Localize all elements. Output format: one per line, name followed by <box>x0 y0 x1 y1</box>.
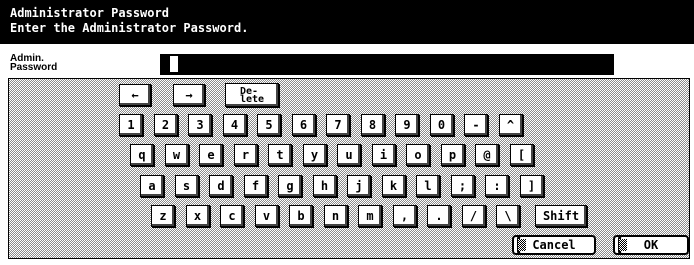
key-row1-7[interactable]: 8 <box>360 114 385 136</box>
key-row2-0[interactable]: q <box>130 144 154 166</box>
key-row2-9[interactable]: p <box>440 144 465 166</box>
key-row2-5[interactable]: y <box>302 144 327 166</box>
key-row3-11[interactable]: ] <box>519 175 544 197</box>
key-row2-2[interactable]: e <box>199 144 223 166</box>
key-row3-4[interactable]: g <box>278 175 302 197</box>
keyboard-panel: ← → De- lete 1 2 3 4 5 6 7 8 9 0- ^ q w e r t y u i o p @ [ a… <box>8 78 690 259</box>
key-row4-0[interactable]: z <box>151 205 175 227</box>
title-bar: Administrator Password Enter the Adminis… <box>0 0 694 44</box>
delete-key[interactable]: De- lete <box>225 83 279 107</box>
key-row2-6[interactable]: u <box>337 144 361 166</box>
cursor-left-key[interactable]: ← <box>119 84 151 106</box>
key-row4-4[interactable]: b <box>289 205 313 227</box>
page-instruction: Enter the Administrator Password. <box>10 21 249 35</box>
key-row1-5[interactable]: 6 <box>291 114 316 136</box>
key-row1-2[interactable]: 3 <box>188 114 212 136</box>
password-label: Admin. Password <box>10 54 58 73</box>
key-row1-8[interactable]: 9 <box>395 114 419 136</box>
key-row1-4[interactable]: 5 <box>257 114 281 136</box>
key-row4-2[interactable]: c <box>220 205 244 227</box>
key-row2-8[interactable]: o <box>406 144 430 166</box>
admin-password-screen: Administrator Password Enter the Adminis… <box>0 0 694 265</box>
key-row2-7[interactable]: i <box>371 144 396 166</box>
key-row2-1[interactable]: w <box>164 144 189 166</box>
key-row3-2[interactable]: d <box>209 175 233 197</box>
key-row3-10[interactable]: : <box>485 175 509 197</box>
key-row2-11[interactable]: [ <box>509 144 534 166</box>
key-row4-1[interactable]: x <box>185 205 210 227</box>
key-row1-9[interactable]: 0 <box>429 114 454 136</box>
key-row1-3[interactable]: 4 <box>222 114 247 136</box>
key-row3-0[interactable]: a <box>140 175 164 197</box>
key-row4-8[interactable]: . <box>427 205 451 227</box>
key-row2-10[interactable]: @ <box>475 144 499 166</box>
cursor-right-key[interactable]: → <box>173 84 205 106</box>
cancel-button[interactable]: Cancel <box>512 235 596 255</box>
key-row4-6[interactable]: m <box>358 205 382 227</box>
key-row1-11[interactable]: ^ <box>498 114 523 136</box>
key-row4-5[interactable]: n <box>323 205 348 227</box>
key-row3-9[interactable]: ; <box>450 175 475 197</box>
key-row3-7[interactable]: k <box>381 175 406 197</box>
delete-key-line2: lete <box>239 93 265 105</box>
key-row3-5[interactable]: h <box>312 175 337 197</box>
shift-key[interactable]: Shift <box>535 205 587 227</box>
text-cursor <box>170 56 178 72</box>
key-row3-3[interactable]: f <box>243 175 268 197</box>
password-row: Admin. Password <box>8 51 688 77</box>
page-title: Administrator Password <box>10 6 169 20</box>
key-row3-8[interactable]: l <box>416 175 440 197</box>
ok-button[interactable]: OK <box>613 235 689 255</box>
key-row4-3[interactable]: v <box>254 205 279 227</box>
key-row1-1[interactable]: 2 <box>153 114 178 136</box>
key-row1-6[interactable]: 7 <box>326 114 350 136</box>
key-row2-4[interactable]: t <box>268 144 292 166</box>
password-label-line2: Password <box>10 62 58 73</box>
password-field[interactable] <box>160 54 614 75</box>
key-row4-10[interactable]: \ <box>496 205 520 227</box>
key-row1-0[interactable]: 1 <box>119 114 143 136</box>
key-row4-7[interactable]: , <box>392 205 417 227</box>
key-row3-1[interactable]: s <box>174 175 199 197</box>
key-row4-9[interactable]: / <box>461 205 486 227</box>
key-row1-10[interactable]: - <box>464 114 488 136</box>
key-row3-6[interactable]: j <box>347 175 371 197</box>
key-row2-3[interactable]: r <box>233 144 258 166</box>
